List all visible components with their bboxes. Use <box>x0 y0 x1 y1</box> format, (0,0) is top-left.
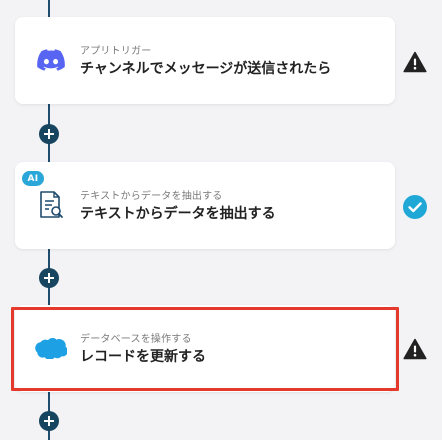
ai-badge: AI <box>22 171 44 186</box>
warning-icon <box>402 337 428 361</box>
flow-step-card-trigger[interactable]: アプリトリガー チャンネルでメッセージが送信されたら <box>15 17 395 104</box>
step-title: チャンネルでメッセージが送信されたら <box>80 61 332 77</box>
step-title: テキストからデータを抽出する <box>80 206 276 222</box>
warning-icon <box>402 50 428 74</box>
document-search-icon <box>35 189 67 221</box>
discord-icon <box>35 44 67 76</box>
add-step-button[interactable] <box>39 411 59 431</box>
step-category-label: データベースを操作する <box>80 334 192 345</box>
flow-step-card-ai-extract[interactable]: テキストからデータを抽出する テキストからデータを抽出する <box>15 162 395 249</box>
check-icon <box>402 195 428 219</box>
add-step-button[interactable] <box>39 268 59 288</box>
step-category-label: アプリトリガー <box>80 46 152 57</box>
step-title: レコードを更新する <box>80 349 206 365</box>
plus-icon <box>44 273 54 283</box>
salesforce-cloud-icon <box>35 332 67 364</box>
plus-icon <box>44 416 54 426</box>
flow-connector-line <box>48 0 50 17</box>
add-step-button[interactable] <box>39 124 59 144</box>
flow-step-card-update-record[interactable]: データベースを操作する レコードを更新する <box>15 305 395 392</box>
step-category-label: テキストからデータを抽出する <box>80 191 223 202</box>
plus-icon <box>44 129 54 139</box>
